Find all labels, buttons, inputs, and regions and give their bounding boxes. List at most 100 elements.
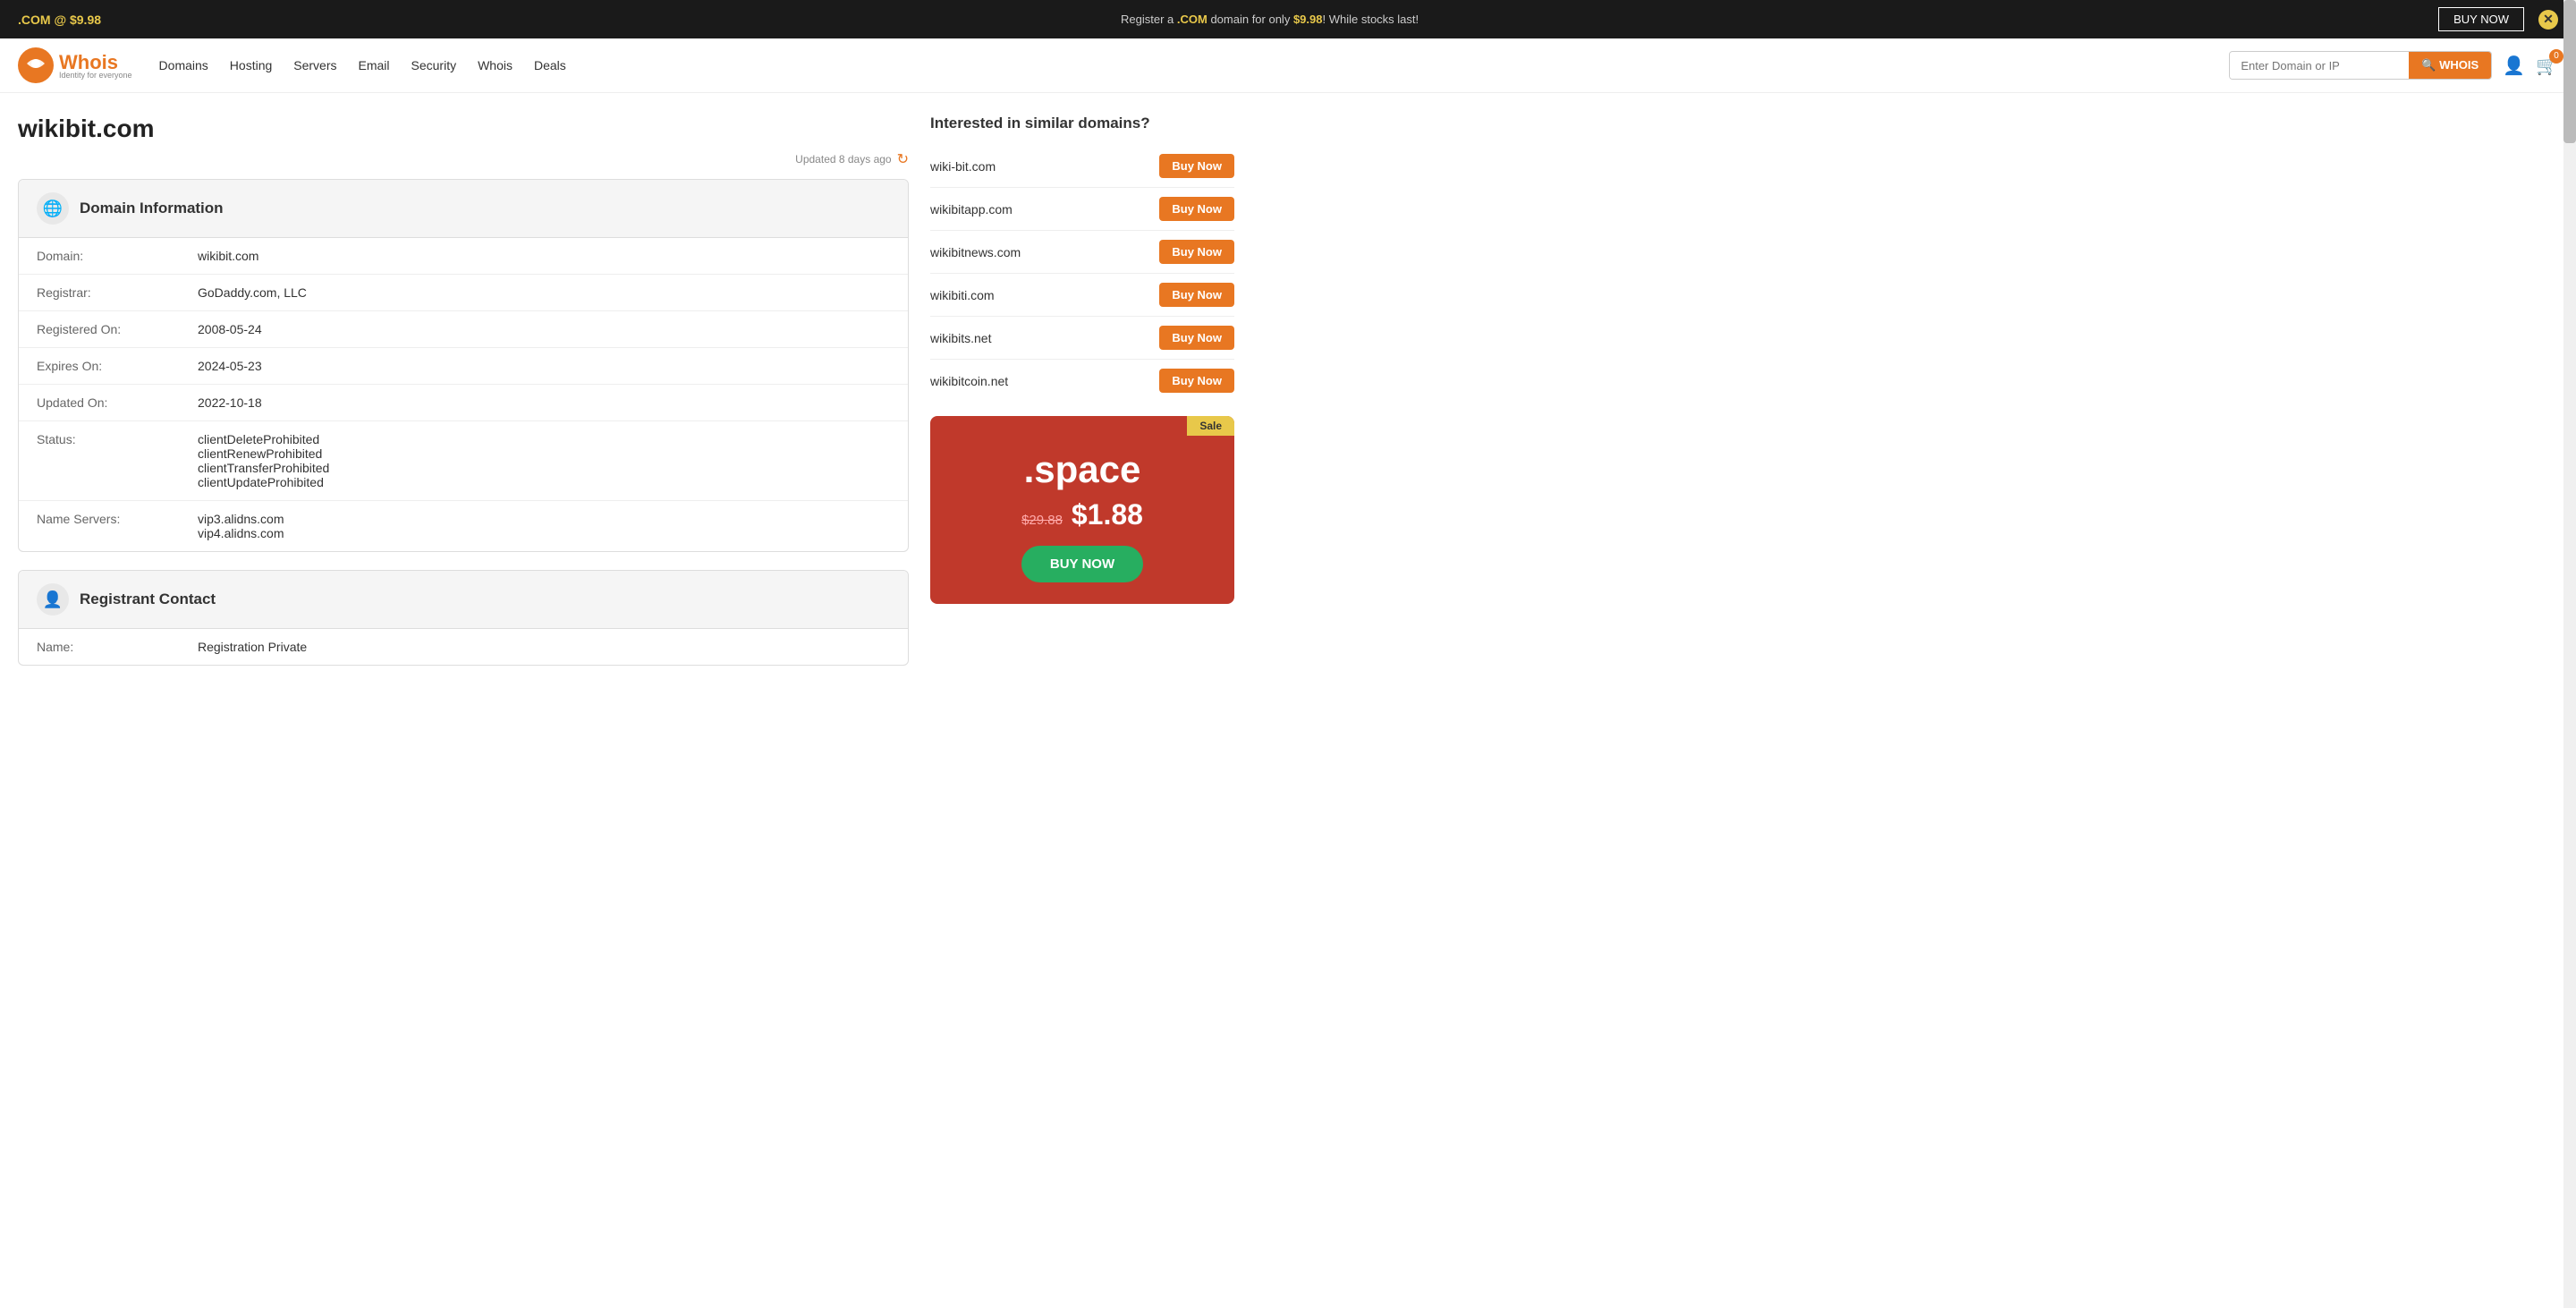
- list-item: wikibitapp.com Buy Now: [930, 188, 1234, 231]
- refresh-icon[interactable]: ↻: [897, 150, 909, 168]
- domain-info-header: 🌐 Domain Information: [19, 180, 908, 238]
- list-item: wikibitnews.com Buy Now: [930, 231, 1234, 274]
- registrant-header: 👤 Registrant Contact: [19, 571, 908, 629]
- domain-name: wikibitcoin.net: [930, 374, 1008, 388]
- field-label: Registered On:: [19, 311, 180, 348]
- banner-pre: Register a: [1121, 13, 1177, 26]
- cart-badge: 0: [2549, 49, 2563, 64]
- logo-tagline: Identity for everyone: [59, 71, 132, 80]
- banner-center-text: Register a .COM domain for only $9.98! W…: [1121, 13, 1419, 26]
- sale-old-price: $29.88: [1021, 513, 1063, 528]
- domain-name: wiki-bit.com: [930, 159, 996, 174]
- field-label: Registrar:: [19, 275, 180, 311]
- search-button-label: WHOIS: [2439, 58, 2479, 72]
- sale-new-price: $1.88: [1072, 498, 1143, 531]
- registrant-title: Registrant Contact: [80, 590, 216, 608]
- field-value: GoDaddy.com, LLC: [180, 275, 908, 311]
- nav-hosting[interactable]: Hosting: [230, 58, 272, 72]
- table-row: Updated On: 2022-10-18: [19, 385, 908, 421]
- search-area: 🔍 WHOIS 👤 🛒 0: [2229, 51, 2558, 80]
- navbar: Whois Identity for everyone Domains Host…: [0, 38, 2576, 93]
- search-input[interactable]: [2230, 53, 2409, 79]
- logo-icon: [18, 47, 54, 83]
- domain-info-table: Domain: wikibit.com Registrar: GoDaddy.c…: [19, 238, 908, 551]
- domain-name: wikibiti.com: [930, 288, 995, 302]
- nav-servers[interactable]: Servers: [293, 58, 336, 72]
- field-value: wikibit.com: [180, 238, 908, 275]
- table-row: Status: clientDeleteProhibited clientRen…: [19, 421, 908, 501]
- banner-close-button[interactable]: ✕: [2538, 10, 2558, 30]
- banner-highlight-com: .COM: [1177, 13, 1208, 26]
- field-label: Expires On:: [19, 348, 180, 385]
- field-label: Domain:: [19, 238, 180, 275]
- field-value: 2022-10-18: [180, 385, 908, 421]
- search-icon: 🔍: [2421, 58, 2436, 72]
- domain-name: wikibitnews.com: [930, 245, 1021, 259]
- banner-post: domain for only: [1208, 13, 1293, 26]
- buy-now-button[interactable]: Buy Now: [1159, 154, 1234, 178]
- registrant-table: Name: Registration Private: [19, 629, 908, 665]
- list-item: wikibitcoin.net Buy Now: [930, 360, 1234, 402]
- registrant-icon: 👤: [37, 583, 69, 616]
- list-item: wikibiti.com Buy Now: [930, 274, 1234, 317]
- nav-whois[interactable]: Whois: [478, 58, 513, 72]
- banner-right: BUY NOW ✕: [2438, 7, 2558, 31]
- updated-badge: Updated 8 days ago ↻: [18, 150, 909, 168]
- scrollbar-track[interactable]: [2563, 0, 2576, 1308]
- right-panel: Interested in similar domains? wiki-bit.…: [930, 115, 1234, 684]
- sale-buy-now-button[interactable]: BUY NOW: [1021, 546, 1143, 582]
- nav-security[interactable]: Security: [411, 58, 457, 72]
- sale-badge: Sale: [1187, 416, 1234, 436]
- domain-info-icon: 🌐: [37, 192, 69, 225]
- cart-icon[interactable]: 🛒 0: [2536, 55, 2558, 77]
- left-panel: wikibit.com Updated 8 days ago ↻ 🌐 Domai…: [18, 115, 909, 684]
- nav-domains[interactable]: Domains: [159, 58, 208, 72]
- field-value: clientDeleteProhibited clientRenewProhib…: [180, 421, 908, 501]
- buy-now-button[interactable]: Buy Now: [1159, 240, 1234, 264]
- nav-email[interactable]: Email: [359, 58, 390, 72]
- domain-list: wiki-bit.com Buy Now wikibitapp.com Buy …: [930, 145, 1234, 402]
- banner-left-text: .COM @ $9.98: [18, 13, 101, 27]
- list-item: wiki-bit.com Buy Now: [930, 145, 1234, 188]
- table-row: Registrar: GoDaddy.com, LLC: [19, 275, 908, 311]
- field-label: Updated On:: [19, 385, 180, 421]
- table-row: Expires On: 2024-05-23: [19, 348, 908, 385]
- list-item: wikibits.net Buy Now: [930, 317, 1234, 360]
- updated-text: Updated 8 days ago: [795, 153, 891, 166]
- nav-deals[interactable]: Deals: [534, 58, 566, 72]
- buy-now-button[interactable]: Buy Now: [1159, 283, 1234, 307]
- domain-name: wikibits.net: [930, 331, 991, 345]
- domain-info-title: Domain Information: [80, 200, 224, 217]
- field-label: Name:: [19, 629, 180, 665]
- buy-now-button[interactable]: Buy Now: [1159, 197, 1234, 221]
- field-label: Status:: [19, 421, 180, 501]
- sale-extension: .space: [948, 448, 1216, 491]
- banner-buy-now-button[interactable]: BUY NOW: [2438, 7, 2524, 31]
- field-label: Name Servers:: [19, 501, 180, 552]
- domain-name: wikibitapp.com: [930, 202, 1013, 217]
- nav-links: Domains Hosting Servers Email Security W…: [159, 58, 2230, 72]
- user-icon[interactable]: 👤: [2503, 55, 2525, 77]
- scrollbar-thumb[interactable]: [2563, 0, 2576, 143]
- registrant-card: 👤 Registrant Contact Name: Registration …: [18, 570, 909, 666]
- main-content: wikibit.com Updated 8 days ago ↻ 🌐 Domai…: [0, 93, 1252, 705]
- top-banner: .COM @ $9.98 Register a .COM domain for …: [0, 0, 2576, 38]
- buy-now-button[interactable]: Buy Now: [1159, 326, 1234, 350]
- buy-now-button[interactable]: Buy Now: [1159, 369, 1234, 393]
- banner-price: $9.98: [1293, 13, 1323, 26]
- banner-end: ! While stocks last!: [1322, 13, 1419, 26]
- field-value: 2008-05-24: [180, 311, 908, 348]
- table-row: Domain: wikibit.com: [19, 238, 908, 275]
- field-value: 2024-05-23: [180, 348, 908, 385]
- search-box: 🔍 WHOIS: [2229, 51, 2492, 80]
- page-title: wikibit.com: [18, 115, 909, 143]
- sale-card: Sale .space $29.88 $1.88 BUY NOW: [930, 416, 1234, 604]
- sale-price-area: $29.88 $1.88: [948, 498, 1216, 531]
- logo-link[interactable]: Whois Identity for everyone: [18, 47, 132, 83]
- field-value: vip3.alidns.com vip4.alidns.com: [180, 501, 908, 552]
- table-row: Name Servers: vip3.alidns.com vip4.alidn…: [19, 501, 908, 552]
- table-row: Name: Registration Private: [19, 629, 908, 665]
- table-row: Registered On: 2008-05-24: [19, 311, 908, 348]
- search-button[interactable]: 🔍 WHOIS: [2409, 52, 2491, 79]
- domain-info-card: 🌐 Domain Information Domain: wikibit.com…: [18, 179, 909, 552]
